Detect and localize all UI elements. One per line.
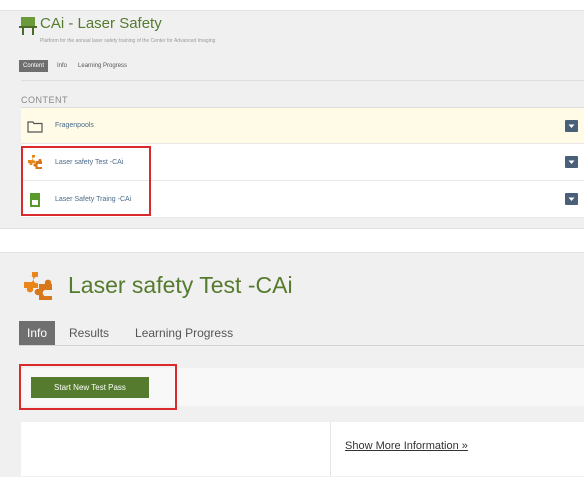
- list-item-label[interactable]: Fragenpools: [55, 122, 94, 129]
- list-item-fragenpools[interactable]: Fragenpools: [21, 108, 584, 144]
- test-tabs: Info Results Learning Progress: [19, 321, 241, 345]
- tab-content[interactable]: Content: [19, 60, 49, 72]
- actions-dropdown-button[interactable]: [565, 156, 578, 168]
- content-section-heading: CONTENT: [21, 95, 68, 105]
- tab-results[interactable]: Results: [55, 321, 118, 345]
- tab-info[interactable]: Info: [48, 60, 74, 72]
- test-puzzle-icon: [27, 154, 43, 170]
- course-description: Platform for the annual laser safety tra…: [40, 38, 216, 44]
- tabs-divider: [21, 80, 584, 81]
- chevron-down-icon: [568, 160, 575, 164]
- actions-dropdown-button[interactable]: [565, 120, 578, 132]
- folder-icon: [27, 118, 43, 134]
- tab-learning-progress[interactable]: Learning Progress: [74, 60, 131, 72]
- test-puzzle-icon: [21, 270, 55, 307]
- course-title: CAi - Laser Safety: [40, 15, 162, 32]
- list-item-laser-safety-training[interactable]: Laser Safety Traing -CAi: [21, 181, 584, 218]
- learning-module-icon: [27, 192, 43, 208]
- list-item-label[interactable]: Laser safety Test -CAi: [55, 159, 123, 166]
- actions-dropdown-button[interactable]: [565, 193, 578, 205]
- tabs-divider: [19, 345, 584, 346]
- tab-info[interactable]: Info: [19, 321, 56, 345]
- course-tabs: Content Info Learning Progress: [19, 60, 131, 72]
- tab-learning-progress[interactable]: Learning Progress: [118, 321, 241, 345]
- test-info-box: [21, 422, 584, 476]
- list-item-laser-safety-test[interactable]: Laser safety Test -CAi: [21, 144, 584, 181]
- chevron-down-icon: [568, 197, 575, 201]
- chevron-down-icon: [568, 124, 575, 128]
- list-item-label[interactable]: Laser Safety Traing -CAi: [55, 196, 131, 203]
- course-icon: [19, 16, 37, 41]
- info-box-separator: [330, 422, 331, 476]
- show-more-information-link[interactable]: Show More Information »: [345, 440, 468, 452]
- test-title: Laser safety Test -CAi: [68, 272, 293, 298]
- start-new-test-pass-button[interactable]: Start New Test Pass: [31, 377, 149, 398]
